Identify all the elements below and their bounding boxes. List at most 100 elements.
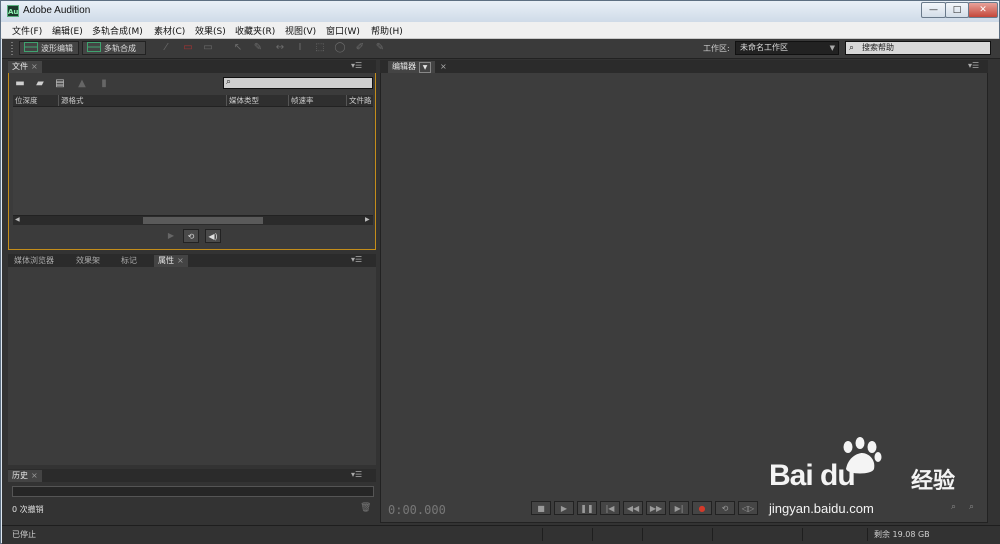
status-divider [592, 528, 593, 541]
scroll-thumb[interactable] [143, 217, 263, 224]
skip-selection-button[interactable]: ◁▷ [738, 501, 758, 515]
column-media-type[interactable]: 媒体类型 [227, 95, 289, 106]
play-preview-icon[interactable]: ▶ [163, 229, 179, 243]
editor-tabrow: 编辑器 ▼ × ▾☰ [380, 60, 988, 73]
menu-edit[interactable]: 编辑(E) [52, 24, 83, 37]
chevron-down-icon: ▼ [829, 44, 835, 52]
status-divider [712, 528, 713, 541]
close-icon[interactable]: × [436, 61, 451, 73]
history-list[interactable] [12, 486, 374, 497]
menu-file[interactable]: 文件(F) [12, 24, 42, 37]
lasso-tool-icon[interactable]: ◯ [334, 42, 346, 54]
close-button[interactable]: ✕ [968, 2, 998, 18]
minimize-button[interactable]: — [921, 2, 946, 18]
move-to-start-button[interactable]: |◀ [600, 501, 620, 515]
close-icon[interactable]: × [177, 256, 184, 265]
time-selection-tool-icon[interactable]: I [294, 42, 306, 54]
menu-bar: 文件(F) 编辑(E) 多轨合成(M) 素材(C) 效果(S) 收藏夹(R) 视… [1, 22, 999, 39]
close-icon[interactable]: × [31, 62, 38, 71]
razor-tool-icon[interactable]: ✎ [252, 42, 264, 54]
help-search-placeholder: 搜索帮助 [862, 43, 894, 52]
loop-preview-icon[interactable]: ⟲ [183, 229, 199, 243]
open-folder-icon[interactable]: ▬ [14, 79, 26, 89]
insert-multitrack-icon[interactable]: ▲ [76, 79, 88, 89]
workspace-value: 未命名工作区 [740, 43, 788, 52]
panel-menu-icon[interactable]: ▾☰ [351, 255, 362, 264]
editor-panel[interactable]: 0:00.000 ■ ▶ ❚❚ |◀ ◀◀ ▶▶ ▶| ● ⟲ ◁▷ ⌕ ⌕ [380, 73, 988, 523]
menu-window[interactable]: 窗口(W) [326, 24, 360, 37]
marquee-tool-icon[interactable]: ⬚ [314, 42, 326, 54]
column-frame-rate[interactable]: 帧速率 [289, 95, 347, 106]
status-bar: 已停止 剩余 19.08 GB [2, 525, 1000, 544]
waveform-icon [24, 42, 38, 52]
frequency-display-icon[interactable]: ▭ [182, 42, 194, 54]
multitrack-mode-button[interactable]: 多轨合成 [82, 41, 146, 55]
multitrack-icon [87, 42, 101, 52]
trash-icon[interactable]: 🗑 [360, 503, 371, 513]
files-tabrow: 文件 × ▾☰ [8, 60, 376, 73]
history-panel: 0 次撤销 🗑 [8, 472, 376, 523]
menu-help[interactable]: 帮助(H) [371, 24, 403, 37]
files-panel: ▬ ▰ ▤ ▲ ▮ ⌕ 位深度 源格式 媒体类型 帧速率 文件路 ◀ ▶ ▶ ⟲… [8, 73, 376, 250]
tab-properties[interactable]: 属性 × [154, 255, 188, 267]
pitch-display-icon[interactable]: ▭ [202, 42, 214, 54]
menu-favorites[interactable]: 收藏夹(R) [235, 24, 275, 37]
fast-forward-button[interactable]: ▶▶ [646, 501, 666, 515]
column-source-format[interactable]: 源格式 [59, 95, 227, 106]
move-tool-icon[interactable]: ↖ [232, 42, 244, 54]
waveform-mode-label: 波形编辑 [41, 44, 73, 53]
panel-menu-icon[interactable]: ▾☰ [351, 61, 362, 70]
files-horizontal-scrollbar[interactable]: ◀ ▶ [13, 215, 373, 225]
column-file-path[interactable]: 文件路 [347, 95, 373, 106]
workspace-label: 工作区: [703, 44, 730, 53]
title-bar[interactable]: Au Adobe Audition — □ ✕ [1, 1, 999, 22]
zoom-out-icon[interactable]: ⌕ [969, 502, 974, 512]
panel-menu-icon[interactable]: ▾☰ [968, 61, 979, 70]
files-column-header: 位深度 源格式 媒体类型 帧速率 文件路 [13, 95, 373, 107]
files-search-input[interactable]: ⌕ [223, 77, 373, 89]
tab-files-label: 文件 [12, 62, 28, 71]
brush-tool-icon[interactable]: ✐ [354, 42, 366, 54]
tab-media-browser[interactable]: 媒体浏览器 [10, 255, 58, 267]
help-search-input[interactable]: ⌕ 搜索帮助 [845, 41, 991, 55]
status-divider [867, 528, 868, 541]
delete-icon[interactable]: ▮ [98, 79, 110, 89]
spot-healing-tool-icon[interactable]: ✎ [374, 42, 386, 54]
maximize-button[interactable]: □ [945, 2, 969, 18]
workspace-select[interactable]: 未命名工作区 ▼ [735, 41, 839, 55]
record-button[interactable]: ● [692, 501, 712, 515]
column-bit-depth[interactable]: 位深度 [13, 95, 59, 106]
application-window: Au Adobe Audition — □ ✕ 文件(F) 编辑(E) 多轨合成… [0, 0, 1000, 544]
loop-playback-button[interactable]: ⟲ [715, 501, 735, 515]
scroll-left-icon[interactable]: ◀ [15, 216, 20, 223]
tab-editor[interactable]: 编辑器 ▼ [388, 61, 435, 73]
import-file-icon[interactable]: ▰ [34, 79, 46, 89]
search-icon: ⌕ [849, 43, 855, 53]
timecode-display: 0:00.000 [388, 503, 446, 517]
scroll-right-icon[interactable]: ▶ [365, 216, 370, 223]
audition-logo-icon: Au [7, 5, 19, 17]
tab-files[interactable]: 文件 × [8, 61, 42, 73]
spectral-display-icon[interactable]: ⁄ [160, 42, 172, 54]
menu-clip[interactable]: 素材(C) [154, 24, 185, 37]
zoom-in-icon[interactable]: ⌕ [951, 502, 956, 512]
menu-view[interactable]: 视图(V) [285, 24, 316, 37]
status-divider [642, 528, 643, 541]
play-button[interactable]: ▶ [554, 501, 574, 515]
autoplay-icon[interactable]: ◀) [205, 229, 221, 243]
tab-markers[interactable]: 标记 [117, 255, 141, 267]
pause-button[interactable]: ❚❚ [577, 501, 597, 515]
files-list[interactable] [13, 107, 373, 215]
main-toolbar: 波形编辑 多轨合成 ⁄ ▭ ▭ ↖ ✎ ↔ I ⬚ ◯ ✐ ✎ 工作区: 未命名… [2, 39, 1000, 59]
slip-tool-icon[interactable]: ↔ [274, 42, 286, 54]
chevron-down-icon[interactable]: ▼ [419, 62, 431, 73]
rewind-button[interactable]: ◀◀ [623, 501, 643, 515]
toolbar-grip-icon[interactable] [11, 42, 13, 55]
new-file-icon[interactable]: ▤ [54, 79, 66, 89]
tab-effects-rack[interactable]: 效果架 [72, 255, 104, 267]
stop-button[interactable]: ■ [531, 501, 551, 515]
waveform-mode-button[interactable]: 波形编辑 [19, 41, 79, 55]
menu-multitrack[interactable]: 多轨合成(M) [92, 24, 143, 37]
move-to-end-button[interactable]: ▶| [669, 501, 689, 515]
menu-effects[interactable]: 效果(S) [195, 24, 226, 37]
